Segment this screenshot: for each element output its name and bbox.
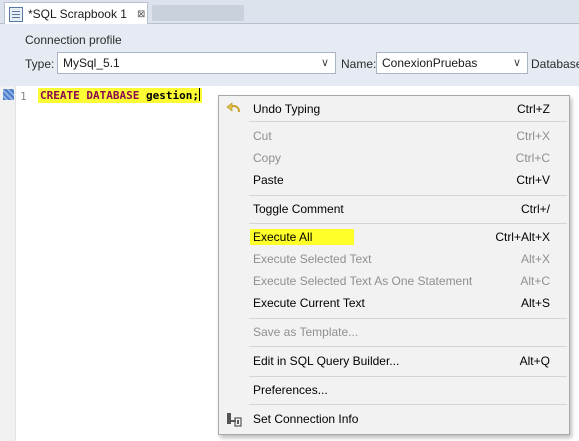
editor-tab-bar: *SQL Scrapbook 1 ⊠ [0,0,579,25]
menu-item-edit-in-query-builder[interactable]: Edit in SQL Query Builder... Alt+Q [219,350,569,372]
sql-file-icon [9,6,23,22]
menu-item-label: Preferences... [253,383,328,397]
editor-ruler [0,86,16,441]
menu-item-shortcut: Ctrl+C [515,151,550,165]
menu-item-label: Execute Selected Text [253,252,372,266]
type-label: Type: [25,57,55,71]
context-menu: Undo Typing Ctrl+Z Cut Ctrl+X Copy Ctrl+… [218,95,570,435]
database-label: Database [531,57,579,71]
close-icon[interactable]: ⊠ [137,9,145,20]
menu-separator [249,195,567,196]
menu-separator [249,346,567,347]
menu-item-label: Undo Typing [253,102,321,116]
menu-item-label: Edit in SQL Query Builder... [253,354,400,368]
menu-item-copy[interactable]: Copy Ctrl+C [219,147,569,169]
menu-item-undo-typing[interactable]: Undo Typing Ctrl+Z [219,98,569,120]
menu-item-shortcut: Ctrl+Alt+X [495,230,550,244]
menu-item-execute-selected-text[interactable]: Execute Selected Text Alt+X [219,248,569,270]
menu-item-shortcut: Alt+Q [519,354,550,368]
connection-profile-panel: Connection profile Type: MySql_5.1 ∨ Nam… [0,24,579,86]
undo-icon [226,102,240,113]
menu-separator [249,121,567,122]
menu-item-label: Execute Current Text [253,296,365,310]
chevron-down-icon: ∨ [512,57,521,69]
menu-item-save-as-template[interactable]: Save as Template... [219,321,569,343]
menu-separator [249,404,567,405]
menu-item-label: Set Connection Info [253,412,359,426]
code-identifier: gestion; [145,89,199,102]
menu-item-execute-current-text[interactable]: Execute Current Text Alt+S [219,292,569,314]
menu-separator [249,223,567,224]
menu-item-label: Paste [253,173,284,187]
menu-item-cut[interactable]: Cut Ctrl+X [219,125,569,147]
menu-item-execute-selected-one-statement[interactable]: Execute Selected Text As One Statement A… [219,270,569,292]
keyword-create: CREATE [40,89,80,102]
name-select-value: ConexionPruebas [382,56,478,70]
menu-item-paste[interactable]: Paste Ctrl+V [219,169,569,191]
menu-item-toggle-comment[interactable]: Toggle Comment Ctrl+/ [219,198,569,220]
code-line[interactable]: CREATE DATABASE gestion; [38,88,202,103]
menu-item-preferences[interactable]: Preferences... [219,379,569,401]
menu-item-label: Save as Template... [253,325,359,339]
tab-inactive-blurred[interactable] [152,5,244,21]
menu-item-shortcut: Alt+X [520,252,550,266]
menu-item-shortcut: Alt+C [520,274,550,288]
name-label: Name: [341,57,377,71]
menu-item-shortcut: Ctrl+/ [520,202,550,216]
menu-item-label: Execute All [253,230,313,244]
line-number: 1 [20,90,27,103]
menu-item-execute-all[interactable]: Execute All Ctrl+Alt+X [219,226,569,248]
type-select-value: MySql_5.1 [63,56,120,70]
tab-title: *SQL Scrapbook 1 [28,7,127,21]
menu-item-shortcut: Ctrl+V [516,173,550,187]
menu-item-shortcut: Alt+S [520,296,550,310]
menu-item-shortcut: Ctrl+X [516,129,550,143]
type-select[interactable]: MySql_5.1 ∨ [57,52,336,74]
connection-profile-heading: Connection profile [25,33,122,47]
menu-item-label: Copy [253,151,282,165]
menu-item-set-connection-info[interactable]: Set Connection Info [219,408,569,430]
menu-separator [249,318,567,319]
menu-item-label: Cut [253,129,272,143]
menu-item-shortcut: Ctrl+Z [517,102,550,116]
menu-item-label: Toggle Comment [253,202,344,216]
ruler-marker-icon [3,89,14,100]
menu-item-label: Execute Selected Text As One Statement [253,274,473,288]
tab-sql-scrapbook[interactable]: *SQL Scrapbook 1 ⊠ [4,2,148,25]
connection-info-icon [227,413,242,427]
name-select[interactable]: ConexionPruebas ∨ [376,52,528,74]
chevron-down-icon: ∨ [320,57,329,69]
keyword-database: DATABASE [86,89,140,102]
text-caret [198,88,200,101]
menu-separator [249,376,567,377]
